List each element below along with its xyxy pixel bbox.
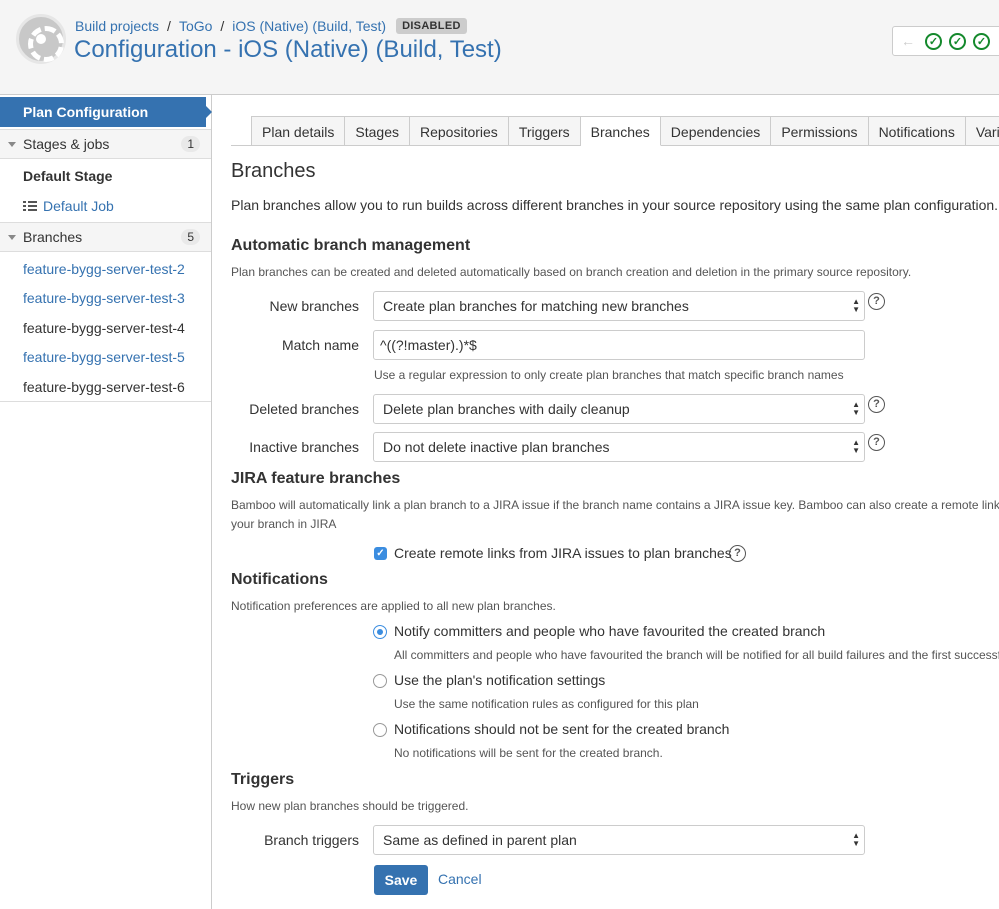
build-status-history: ← ✓ ✓ ✓ — [892, 26, 999, 56]
collapse-triangle-icon[interactable] — [8, 142, 16, 147]
tab-triggers[interactable]: Triggers — [508, 116, 581, 146]
new-branches-label: New branches — [269, 298, 360, 314]
no-notifications-hint: No notifications will be sent for the cr… — [394, 746, 663, 760]
select-value: Same as defined in parent plan — [383, 832, 577, 848]
select-arrows-icon: ▲ ▼ — [852, 438, 860, 455]
count-badge: 5 — [181, 229, 200, 245]
section-heading: Branches — [231, 160, 316, 182]
no-notifications-radio[interactable] — [373, 723, 387, 737]
notify-committers-label: Notify committers and people who have fa… — [394, 623, 826, 639]
branch-triggers-label: Branch triggers — [264, 832, 359, 848]
auto-management-heading: Automatic branch management — [231, 237, 471, 254]
branch-triggers-select[interactable]: Same as defined in parent plan ▲ ▼ — [373, 825, 865, 855]
triggers-description: How new plan branches should be triggere… — [231, 799, 469, 813]
sidebar-group-label: Branches — [23, 229, 83, 245]
jira-heading: JIRA feature branches — [231, 470, 401, 487]
arrow-left-icon[interactable]: ← — [901, 33, 915, 49]
sidebar-item-branch[interactable]: feature-bygg-server-test-5 — [23, 349, 185, 365]
sidebar-item-default-stage[interactable]: Default Stage — [23, 168, 112, 184]
notify-committers-radio[interactable] — [373, 625, 387, 639]
breadcrumb-project[interactable]: ToGo — [179, 18, 212, 34]
tab-permissions[interactable]: Permissions — [771, 116, 869, 146]
notifications-heading: Notifications — [231, 571, 328, 588]
select-arrows-icon: ▲ ▼ — [852, 831, 860, 848]
match-name-label: Match name — [281, 337, 359, 353]
breadcrumb-plan[interactable]: iOS (Native) (Build, Test) — [232, 18, 386, 34]
select-value: Create plan branches for matching new br… — [383, 298, 689, 314]
help-icon[interactable]: ? — [729, 545, 746, 562]
breadcrumb: Build projects / ToGo / iOS (Native) (Bu… — [75, 18, 467, 34]
select-arrows-icon: ▲ ▼ — [852, 297, 860, 314]
deleted-branches-label: Deleted branches — [249, 401, 359, 417]
no-notifications-label: Notifications should not be sent for the… — [394, 721, 730, 737]
sidebar-item-default-job[interactable]: Default Job — [23, 198, 114, 214]
count-badge: 1 — [181, 136, 200, 152]
cancel-link[interactable]: Cancel — [438, 871, 482, 887]
collapse-triangle-icon[interactable] — [8, 235, 16, 240]
select-arrows-icon: ▲ ▼ — [852, 400, 860, 417]
match-name-hint: Use a regular expression to only create … — [374, 368, 844, 382]
breadcrumb-build-projects[interactable]: Build projects — [75, 18, 159, 34]
tab-branches[interactable]: Branches — [580, 116, 661, 146]
page-title: Configuration - iOS (Native) (Build, Tes… — [74, 36, 502, 63]
inactive-branches-label: Inactive branches — [249, 439, 359, 455]
sidebar-divider — [0, 401, 211, 402]
match-name-input[interactable]: ^((?!master).)*$ — [373, 330, 865, 360]
help-icon[interactable]: ? — [868, 434, 885, 451]
tab-dependencies[interactable]: Dependencies — [660, 116, 772, 146]
tab-notifications[interactable]: Notifications — [868, 116, 966, 146]
section-description: Plan branches allow you to run builds ac… — [231, 197, 999, 213]
sidebar: Plan Configuration Stages & jobs 1 Defau… — [0, 95, 212, 909]
success-check-icon[interactable]: ✓ — [949, 32, 966, 50]
new-branches-select[interactable]: Create plan branches for matching new br… — [373, 291, 865, 321]
triggers-heading: Triggers — [231, 771, 295, 788]
sidebar-item-plan-configuration[interactable]: Plan Configuration — [0, 97, 212, 127]
breadcrumb-separator: / — [167, 18, 171, 34]
project-logo-icon — [16, 14, 66, 64]
sidebar-group-branches[interactable]: Branches 5 — [0, 222, 211, 252]
auto-management-description: Plan branches can be created and deleted… — [231, 265, 912, 279]
deleted-branches-select[interactable]: Delete plan branches with daily cleanup … — [373, 394, 865, 424]
tab-variables[interactable]: Variab — [965, 116, 999, 146]
breadcrumb-separator: / — [220, 18, 225, 34]
help-icon[interactable]: ? — [868, 396, 885, 413]
sidebar-item-branch[interactable]: feature-bygg-server-test-6 — [23, 379, 185, 395]
use-plan-settings-radio[interactable] — [373, 674, 387, 688]
status-badge: DISABLED — [396, 18, 467, 34]
sidebar-group-label: Stages & jobs — [23, 136, 110, 152]
config-tabs: Plan details Stages Repositories Trigger… — [251, 116, 999, 146]
jira-description-line1: Bamboo will automatically link a plan br… — [231, 498, 999, 512]
help-icon[interactable]: ? — [868, 293, 885, 310]
save-button[interactable]: Save — [374, 865, 428, 895]
tab-stages[interactable]: Stages — [345, 116, 410, 146]
page-header: Build projects / ToGo / iOS (Native) (Bu… — [0, 0, 999, 95]
inactive-branches-select[interactable]: Do not delete inactive plan branches ▲ ▼ — [373, 432, 865, 462]
sidebar-item-branch[interactable]: feature-bygg-server-test-4 — [23, 320, 185, 336]
notify-committers-hint: All committers and people who have favou… — [394, 648, 999, 662]
sidebar-group-stages-jobs[interactable]: Stages & jobs 1 — [0, 129, 211, 159]
tab-repositories[interactable]: Repositories — [409, 116, 509, 146]
sidebar-item-branch[interactable]: feature-bygg-server-test-3 — [23, 290, 185, 306]
select-value: Do not delete inactive plan branches — [383, 439, 610, 455]
use-plan-settings-label: Use the plan's notification settings — [394, 672, 606, 688]
tab-plan-details[interactable]: Plan details — [251, 116, 346, 146]
sidebar-item-label: Default Job — [43, 198, 114, 214]
select-value: Delete plan branches with daily cleanup — [383, 401, 630, 417]
list-icon — [23, 201, 37, 212]
success-check-icon[interactable]: ✓ — [925, 32, 942, 50]
success-check-icon[interactable]: ✓ — [973, 32, 990, 50]
jira-description-line2: your branch in JIRA — [231, 517, 337, 531]
notifications-description: Notification preferences are applied to … — [231, 599, 556, 613]
use-plan-settings-hint: Use the same notification rules as confi… — [394, 697, 699, 711]
jira-remote-links-checkbox[interactable]: ✓ — [374, 547, 387, 560]
sidebar-item-branch[interactable]: feature-bygg-server-test-2 — [23, 261, 185, 277]
jira-remote-links-label: Create remote links from JIRA issues to … — [394, 545, 732, 561]
